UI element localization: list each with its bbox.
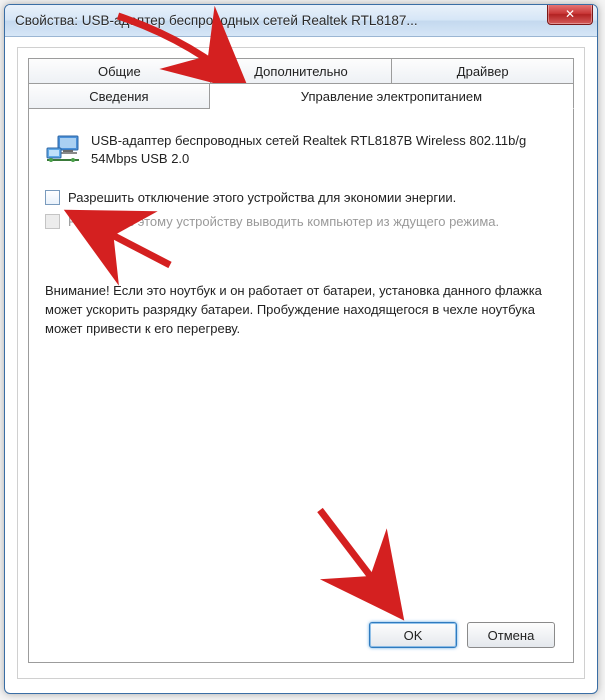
window-title: Свойства: USB-адаптер беспроводных сетей… — [15, 13, 591, 28]
cancel-button[interactable]: Отмена — [467, 622, 555, 648]
network-adapter-icon — [45, 132, 81, 166]
properties-window: Свойства: USB-адаптер беспроводных сетей… — [4, 4, 598, 694]
checkbox-allow-power-off-row: Разрешить отключение этого устройства дл… — [45, 189, 561, 207]
checkbox-allow-wake-row: Разрешить этому устройству выводить комп… — [45, 213, 561, 231]
checkbox-allow-wake — [45, 214, 60, 229]
tab-label: Сведения — [89, 89, 148, 104]
content-frame: Общие Дополнительно Драйвер Сведения Упр… — [17, 47, 585, 679]
tab-label: Драйвер — [457, 64, 509, 79]
device-header: USB-адаптер беспроводных сетей Realtek R… — [45, 132, 561, 167]
tab-row-1: Общие Дополнительно Драйвер — [28, 58, 574, 84]
ok-button[interactable]: OK — [369, 622, 457, 648]
warning-text: Внимание! Если это ноутбук и он работает… — [45, 282, 557, 339]
tab-driver[interactable]: Драйвер — [392, 58, 574, 84]
tab-label: Управление электропитанием — [301, 89, 482, 104]
titlebar: Свойства: USB-адаптер беспроводных сетей… — [5, 5, 597, 37]
tab-panel-power: USB-адаптер беспроводных сетей Realtek R… — [28, 108, 574, 663]
button-label: OK — [404, 628, 423, 643]
close-button[interactable]: ✕ — [547, 4, 593, 25]
tab-details[interactable]: Сведения — [28, 83, 210, 109]
dialog-buttons: OK Отмена — [369, 622, 555, 648]
tab-label: Дополнительно — [254, 64, 348, 79]
tab-general[interactable]: Общие — [28, 58, 211, 84]
tab-label: Общие — [98, 64, 141, 79]
device-name: USB-адаптер беспроводных сетей Realtek R… — [91, 132, 561, 167]
checkbox-allow-wake-label: Разрешить этому устройству выводить комп… — [68, 213, 499, 231]
tab-advanced[interactable]: Дополнительно — [211, 58, 393, 84]
tab-power-management[interactable]: Управление электропитанием — [210, 83, 574, 109]
tab-control: Общие Дополнительно Драйвер Сведения Упр… — [18, 48, 584, 663]
checkbox-allow-power-off-label: Разрешить отключение этого устройства дл… — [68, 189, 456, 207]
checkbox-allow-power-off[interactable] — [45, 190, 60, 205]
button-label: Отмена — [488, 628, 535, 643]
close-icon: ✕ — [565, 7, 575, 21]
tab-row-2: Сведения Управление электропитанием — [28, 83, 574, 109]
